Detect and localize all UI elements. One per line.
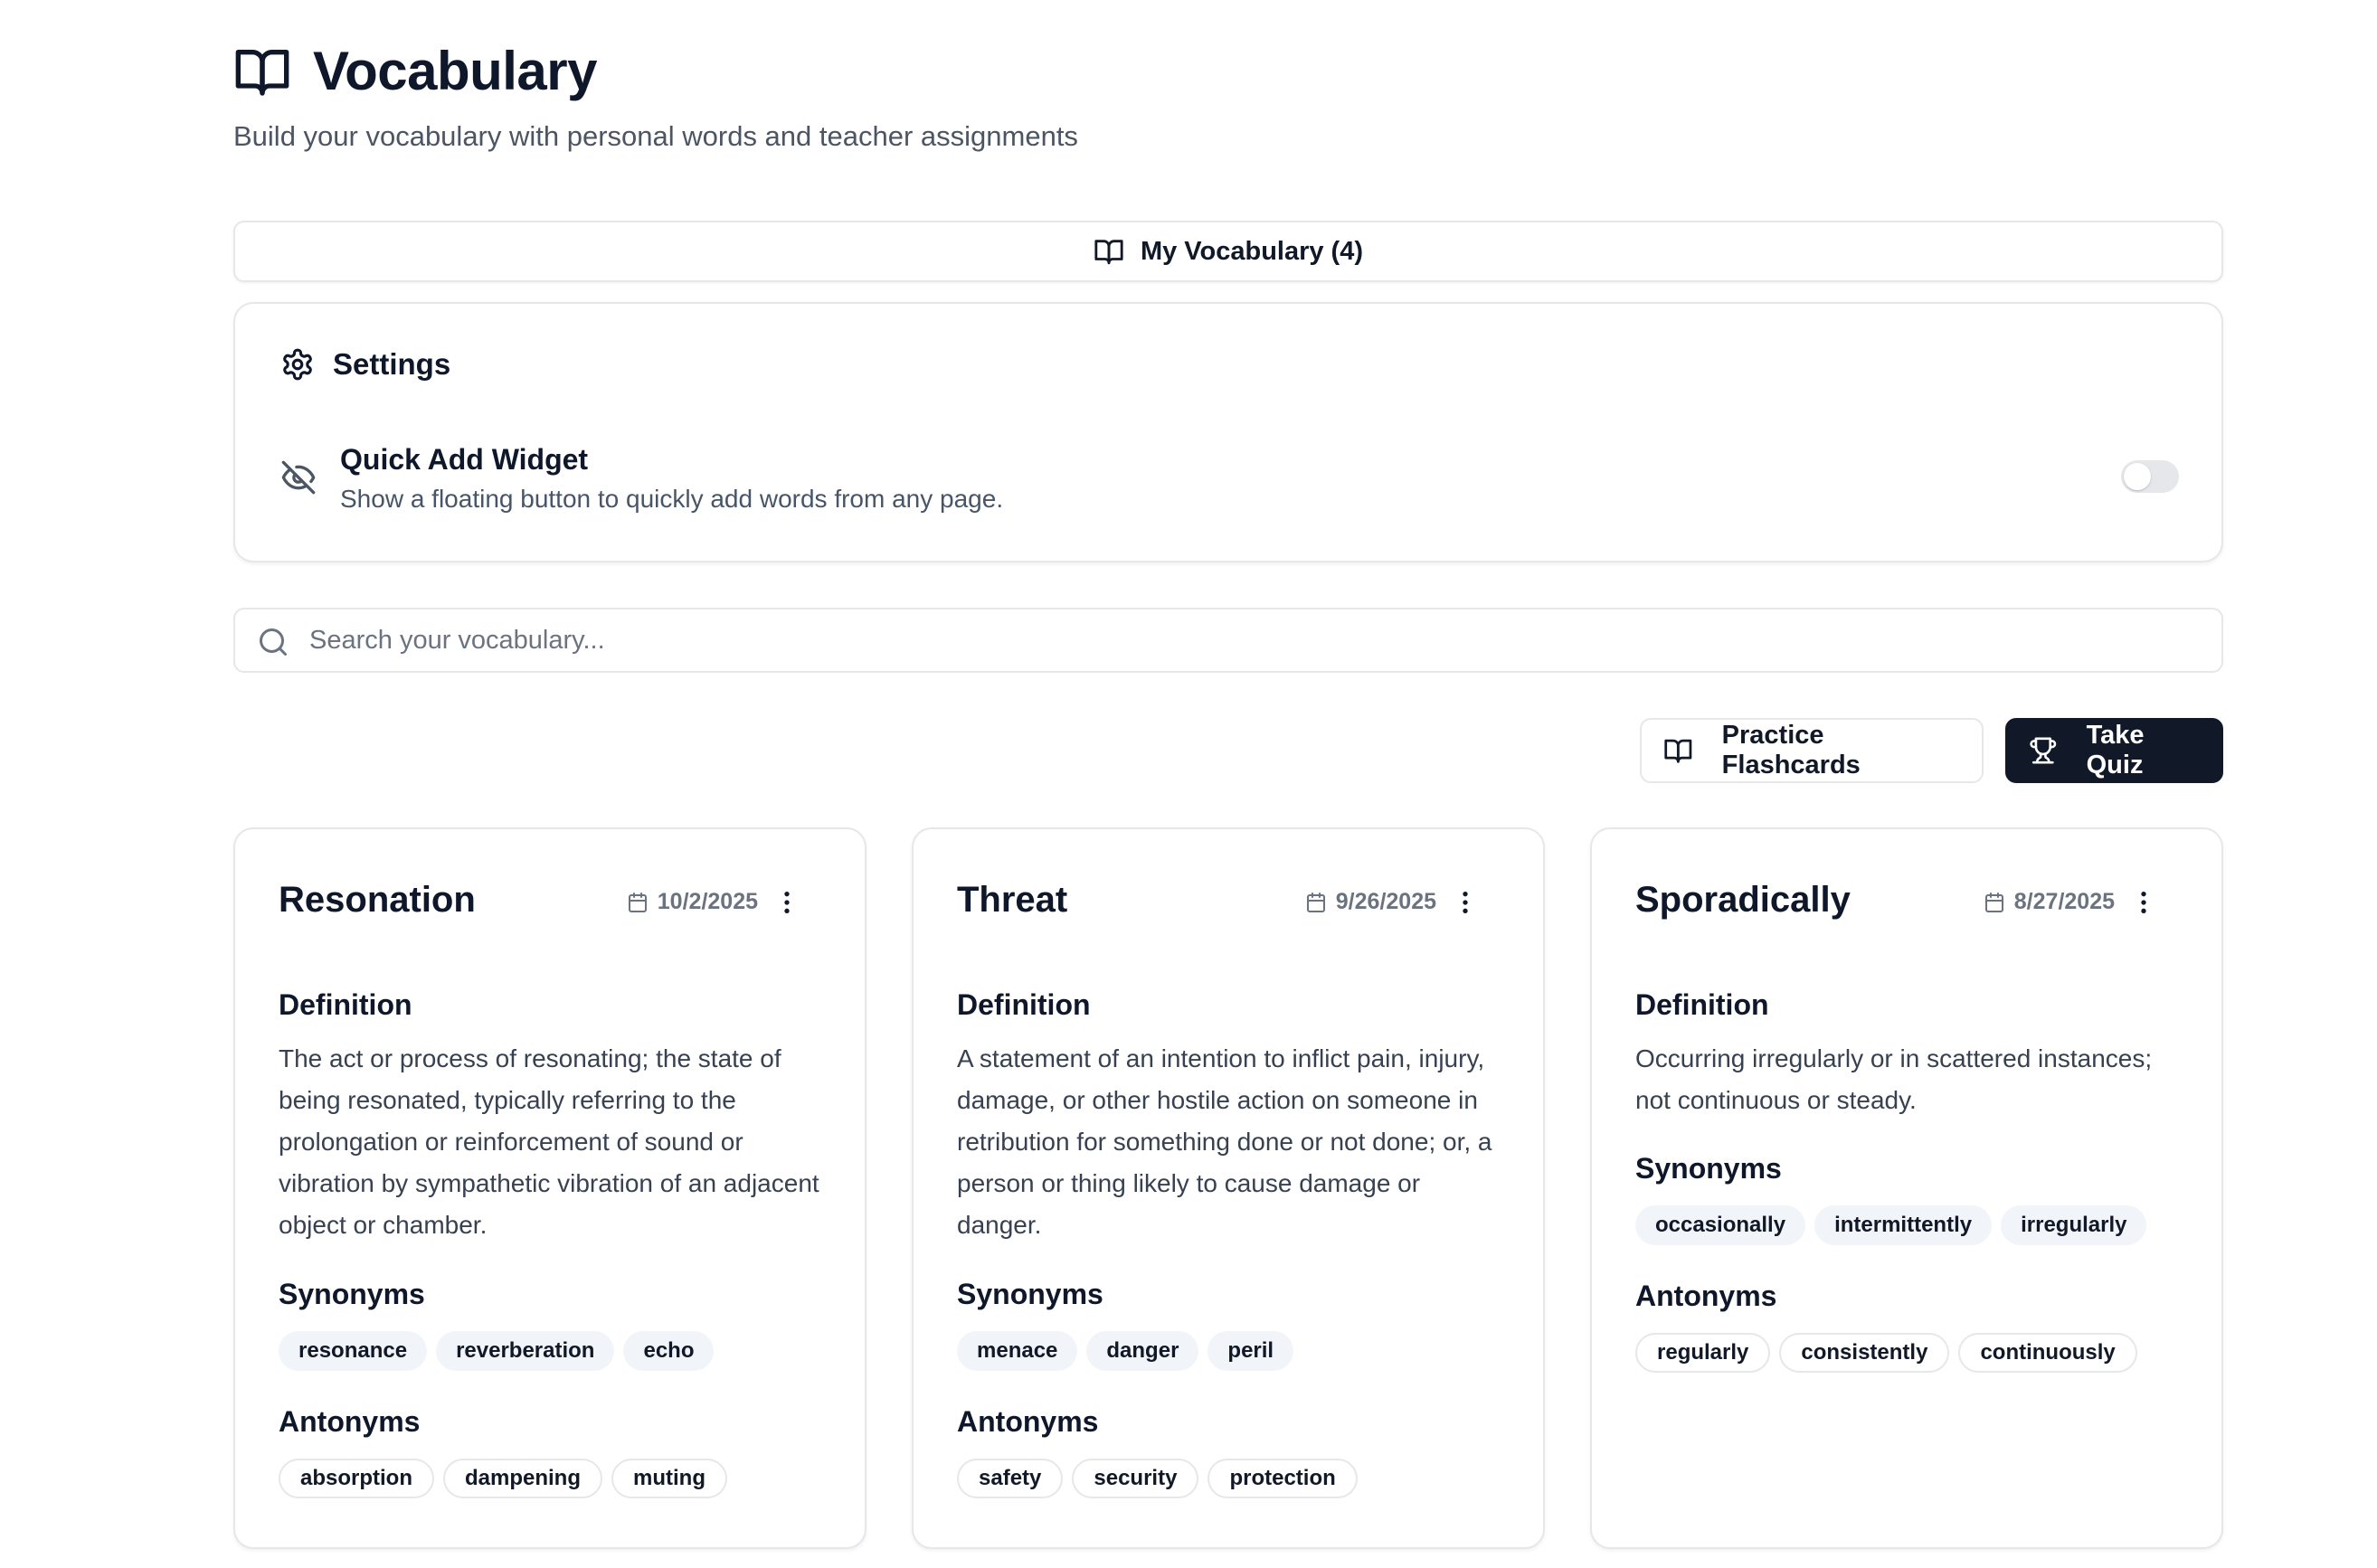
definition-heading: Definition bbox=[279, 988, 412, 1021]
book-open-icon bbox=[1664, 739, 1692, 763]
book-open-icon bbox=[1094, 240, 1123, 265]
word-card: Threat 9/26/2025 Definition A statement … bbox=[912, 827, 1545, 1549]
word-card: Sporadically 8/27/2025 Definition Occurr… bbox=[1590, 827, 2223, 1549]
synonyms-heading: Synonyms bbox=[957, 1278, 1103, 1310]
synonym-tag: reverberation bbox=[436, 1331, 615, 1371]
settings-card: Settings Quick Add Widget Show a floatin… bbox=[233, 302, 2223, 562]
word-date: 9/26/2025 bbox=[1305, 889, 1436, 915]
antonyms-section: Antonyms absorption dampening muting bbox=[279, 1405, 830, 1498]
word-date: 8/27/2025 bbox=[1984, 889, 2115, 915]
definition-text: The act or process of resonating; the st… bbox=[279, 1044, 819, 1239]
more-vertical-icon[interactable] bbox=[1451, 888, 1480, 917]
antonyms-section: Antonyms regularly consistently continuo… bbox=[1635, 1280, 2187, 1373]
synonym-tag: peril bbox=[1207, 1331, 1294, 1371]
take-quiz-label: Take Quiz bbox=[2086, 721, 2145, 779]
antonyms-heading: Antonyms bbox=[1635, 1280, 1777, 1312]
antonym-tag: regularly bbox=[1635, 1333, 1771, 1373]
synonym-tag: danger bbox=[1086, 1331, 1199, 1371]
page-title: Vocabulary bbox=[313, 41, 598, 101]
synonym-tag: echo bbox=[623, 1331, 715, 1371]
antonyms-section: Antonyms safety security protection bbox=[957, 1405, 1509, 1498]
quick-add-title: Quick Add Widget bbox=[340, 443, 589, 476]
definition-text: A statement of an intention to inflict p… bbox=[957, 1044, 1492, 1239]
definition-section: Definition A statement of an intention t… bbox=[957, 988, 1509, 1246]
vocabulary-page: Vocabulary Build your vocabulary with pe… bbox=[0, 0, 2377, 1568]
gear-icon bbox=[283, 348, 312, 381]
calendar-icon bbox=[1984, 892, 2003, 912]
synonym-tag: intermittently bbox=[1814, 1205, 1993, 1245]
tab-label: My Vocabulary (4) bbox=[1140, 236, 1364, 266]
definition-section: Definition The act or process of resonat… bbox=[279, 988, 830, 1246]
antonym-tag: safety bbox=[957, 1459, 1064, 1498]
antonym-tags: absorption dampening muting bbox=[279, 1459, 830, 1498]
book-open-icon bbox=[235, 49, 289, 96]
word-title: Sporadically bbox=[1635, 880, 1851, 920]
quick-add-toggle[interactable] bbox=[2121, 460, 2179, 493]
antonyms-heading: Antonyms bbox=[957, 1405, 1099, 1438]
take-quiz-button[interactable]: Take Quiz bbox=[2005, 718, 2223, 783]
antonym-tag: security bbox=[1072, 1459, 1199, 1498]
trophy-icon bbox=[2030, 737, 2057, 764]
search-box bbox=[233, 608, 2223, 673]
word-card: Resonation 10/2/2025 Definition The act … bbox=[233, 827, 867, 1549]
definition-heading: Definition bbox=[1635, 988, 1769, 1021]
word-title: Threat bbox=[957, 880, 1068, 920]
antonym-tag: absorption bbox=[279, 1459, 434, 1498]
antonym-tags: regularly consistently continuously bbox=[1635, 1333, 2187, 1373]
synonym-tags: occasionally intermittently irregularly bbox=[1635, 1205, 2187, 1245]
date-text: 9/26/2025 bbox=[1335, 889, 1436, 914]
practice-flashcards-button[interactable]: Practice Flashcards bbox=[1640, 718, 1984, 783]
tab-my-vocabulary[interactable]: My Vocabulary (4) bbox=[233, 221, 2223, 282]
synonym-tag: menace bbox=[957, 1331, 1078, 1371]
more-vertical-icon[interactable] bbox=[2129, 888, 2158, 917]
antonym-tag: protection bbox=[1207, 1459, 1358, 1498]
practice-flashcards-label: Practice Flashcards bbox=[1721, 721, 1861, 779]
synonyms-heading: Synonyms bbox=[279, 1278, 425, 1310]
page-subtitle: Build your vocabulary with personal word… bbox=[233, 120, 1078, 152]
synonyms-section: Synonyms resonance reverberation echo bbox=[279, 1278, 830, 1371]
search-icon bbox=[260, 628, 287, 656]
date-text: 10/2/2025 bbox=[657, 889, 758, 914]
synonym-tag: irregularly bbox=[2001, 1205, 2147, 1245]
synonyms-section: Synonyms occasionally intermittently irr… bbox=[1635, 1152, 2187, 1245]
synonym-tags: menace danger peril bbox=[957, 1331, 1509, 1371]
definition-section: Definition Occurring irregularly or in s… bbox=[1635, 988, 2187, 1121]
search-input[interactable] bbox=[309, 611, 2191, 669]
calendar-icon bbox=[1306, 892, 1325, 912]
synonym-tags: resonance reverberation echo bbox=[279, 1331, 830, 1371]
antonym-tag: continuously bbox=[1958, 1333, 2137, 1373]
date-text: 8/27/2025 bbox=[2013, 889, 2115, 914]
page-header: Vocabulary bbox=[233, 40, 598, 102]
settings-title: Settings bbox=[333, 347, 451, 381]
settings-header: Settings bbox=[280, 347, 450, 382]
synonym-tag: resonance bbox=[279, 1331, 428, 1371]
synonyms-heading: Synonyms bbox=[1635, 1152, 1782, 1185]
antonym-tag: consistently bbox=[1779, 1333, 1950, 1373]
definition-text: Occurring irregularly or in scattered in… bbox=[1635, 1044, 2153, 1114]
antonym-tags: safety security protection bbox=[957, 1459, 1509, 1498]
synonyms-section: Synonyms menace danger peril bbox=[957, 1278, 1509, 1371]
eye-off-icon bbox=[281, 460, 316, 495]
antonyms-heading: Antonyms bbox=[279, 1405, 421, 1438]
more-vertical-icon[interactable] bbox=[772, 888, 801, 917]
synonym-tag: occasionally bbox=[1635, 1205, 1806, 1245]
definition-heading: Definition bbox=[957, 988, 1091, 1021]
word-date: 10/2/2025 bbox=[627, 889, 758, 915]
word-title: Resonation bbox=[279, 880, 476, 920]
toggle-knob bbox=[2124, 463, 2151, 490]
quick-add-description: Show a floating button to quickly add wo… bbox=[340, 485, 1004, 513]
antonym-tag: muting bbox=[611, 1459, 727, 1498]
calendar-icon bbox=[628, 892, 647, 912]
antonym-tag: dampening bbox=[443, 1459, 603, 1498]
